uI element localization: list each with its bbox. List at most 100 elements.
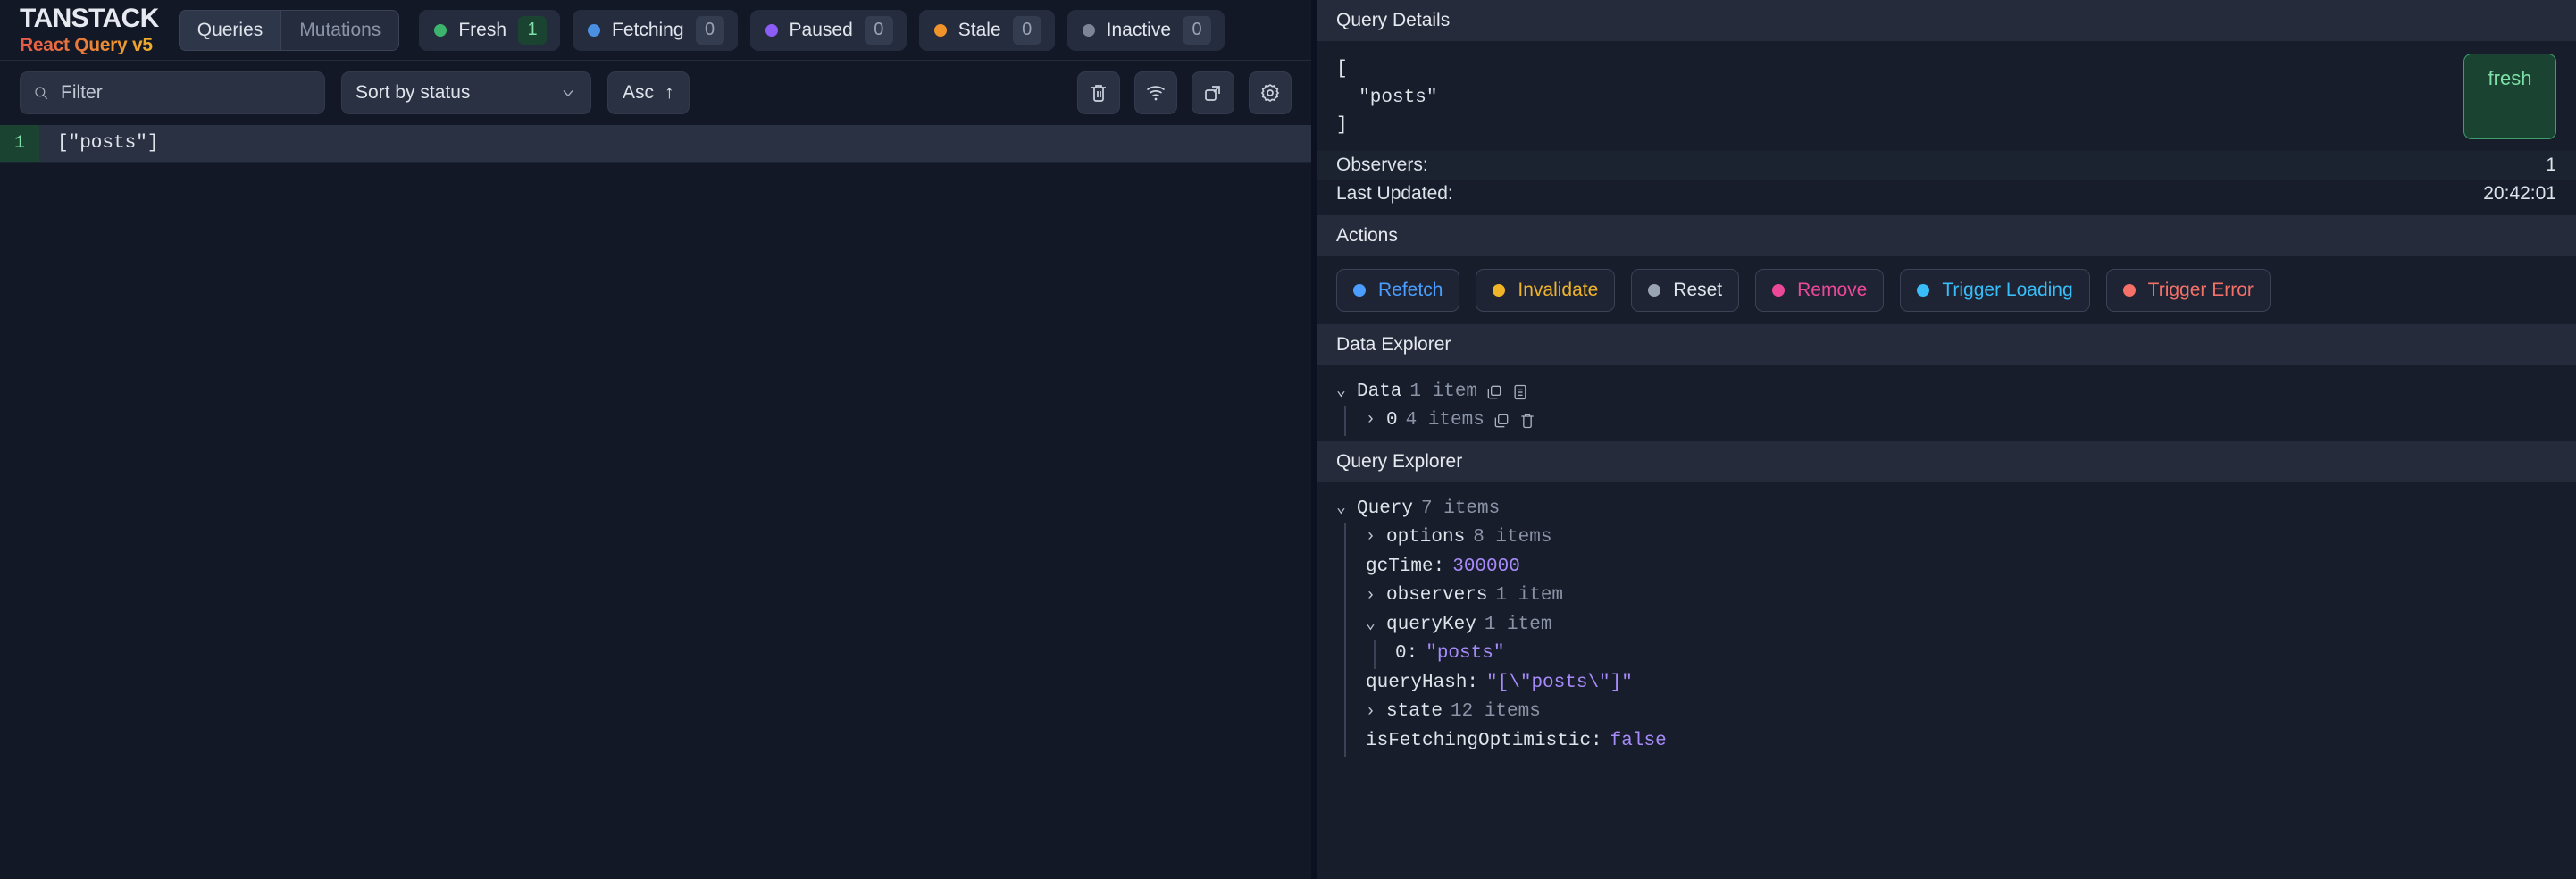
clear-cache-button[interactable] <box>1077 71 1120 114</box>
data-item-label: 0 <box>1386 410 1398 431</box>
query-tree-children: › options 8 items gcTime: 300000 › obser… <box>1344 523 2556 757</box>
state-label: state <box>1386 701 1443 723</box>
querykey-count: 1 item <box>1484 614 1552 635</box>
observers-count: 1 item <box>1495 585 1564 607</box>
data-root-label: Data <box>1357 381 1402 402</box>
copy-icon[interactable] <box>1485 383 1503 401</box>
chevron-right-icon: › <box>1366 411 1376 430</box>
query-root-label: Query <box>1357 498 1414 519</box>
invalidate-label: Invalidate <box>1518 279 1599 300</box>
trash-icon[interactable] <box>1518 412 1536 430</box>
brand-logo: TANSTACK React Query v5 <box>20 5 159 55</box>
queries-panel: TANSTACK React Query v5 Queries Mutation… <box>0 0 1311 879</box>
refetch-label: Refetch <box>1378 279 1443 300</box>
chevron-right-icon: › <box>1366 702 1376 721</box>
gctime-key: gcTime: <box>1366 556 1445 577</box>
trigger-error-button[interactable]: Trigger Error <box>2105 268 2271 312</box>
data-explorer-body: ⌄ Data 1 item › 0 4 items <box>1317 364 2576 441</box>
status-badge: fresh <box>2463 54 2556 139</box>
options-label: options <box>1386 527 1466 548</box>
reset-button[interactable]: Reset <box>1631 268 1740 312</box>
clipboard-list-icon[interactable] <box>1511 383 1529 401</box>
status-badge-fetching[interactable]: Fetching 0 <box>573 9 738 51</box>
queryhash-value: "[\"posts\"]" <box>1486 672 1633 693</box>
filter-field[interactable] <box>20 71 325 114</box>
query-tree-options[interactable]: › options 8 items <box>1366 523 2556 553</box>
status-count: 0 <box>864 15 893 45</box>
gctime-value: 300000 <box>1452 556 1520 577</box>
fetching-dot <box>588 23 600 37</box>
status-badge-fresh[interactable]: Fresh 1 <box>419 9 560 51</box>
data-explorer-header: Data Explorer <box>1317 323 2576 365</box>
trigger-loading-button[interactable]: Trigger Loading <box>1900 268 2090 312</box>
status-badge-stale[interactable]: Stale 0 <box>918 9 1055 51</box>
data-tree-root[interactable]: ⌄ Data 1 item <box>1336 378 2556 407</box>
query-tree-observers[interactable]: › observers 1 item <box>1366 582 2556 611</box>
status-label: Stale <box>958 19 1001 40</box>
refetch-dot <box>1353 283 1366 297</box>
expand-icon <box>1205 86 1220 101</box>
queries-toolbar: Sort by status Asc ↑ <box>0 61 1311 125</box>
status-badge-paused[interactable]: Paused 0 <box>749 9 907 51</box>
remove-button[interactable]: Remove <box>1755 268 1885 312</box>
sort-select[interactable]: Sort by status <box>341 71 591 114</box>
reset-dot <box>1648 283 1661 297</box>
query-tree-root[interactable]: ⌄ Query 7 items <box>1336 495 2556 524</box>
optimistic-key: isFetchingOptimistic: <box>1366 730 1602 751</box>
copy-icon[interactable] <box>1493 412 1510 430</box>
query-tree-optimistic: isFetchingOptimistic: false <box>1366 727 2556 757</box>
status-badge-group: Fresh 1 Fetching 0 Paused 0 Stale 0 Inac… <box>419 9 1225 51</box>
fresh-dot <box>434 23 447 37</box>
reset-label: Reset <box>1673 279 1723 300</box>
data-tree-children: › 0 4 items <box>1344 406 2556 436</box>
querykey-item-0: 0: "posts" <box>1395 640 2556 669</box>
query-list: 1 ["posts"] <box>0 125 1311 879</box>
status-count: 0 <box>1183 15 1212 45</box>
trigger-loading-dot <box>1917 283 1930 297</box>
inactive-dot <box>1082 23 1095 37</box>
status-badge-inactive[interactable]: Inactive 0 <box>1066 9 1225 51</box>
query-tree-gctime: gcTime: 300000 <box>1366 553 2556 582</box>
querykey-children: 0: "posts" <box>1374 640 2556 669</box>
settings-button[interactable] <box>1249 71 1292 114</box>
query-root-count: 7 items <box>1421 498 1501 519</box>
sort-direction-label: Asc <box>623 82 655 103</box>
invalidate-button[interactable]: Invalidate <box>1476 268 1616 312</box>
search-icon <box>35 87 48 100</box>
sort-arrow-icon: ↑ <box>665 82 674 103</box>
search-input[interactable] <box>61 82 312 104</box>
brand-subtitle: React Query v5 <box>20 36 159 54</box>
options-count: 8 items <box>1473 527 1552 548</box>
query-tree-state[interactable]: › state 12 items <box>1366 698 2556 727</box>
observer-count-badge: 1 <box>0 125 39 162</box>
toggle-position-button[interactable] <box>1192 71 1234 114</box>
queryhash-key: queryHash: <box>1366 672 1479 693</box>
toggle-offline-button[interactable] <box>1134 71 1177 114</box>
data-root-count: 1 item <box>1409 381 1478 402</box>
trash-icon <box>1091 85 1106 102</box>
sort-direction-button[interactable]: Asc ↑ <box>607 71 690 114</box>
query-details-header: Query Details <box>1317 0 2576 41</box>
trigger-error-dot <box>2122 283 2136 297</box>
status-count: 0 <box>1012 15 1041 45</box>
chevron-down-icon <box>563 90 573 97</box>
observers-row: Observers: 1 <box>1317 150 2576 180</box>
observers-label: observers <box>1386 585 1488 607</box>
querykey-label: queryKey <box>1386 614 1476 635</box>
chevron-right-icon: › <box>1366 586 1376 605</box>
devtools-root: TANSTACK React Query v5 Queries Mutation… <box>0 0 2576 879</box>
tab-queries[interactable]: Queries <box>179 10 281 50</box>
view-toggle[interactable]: Queries Mutations <box>178 9 400 51</box>
refetch-button[interactable]: Refetch <box>1336 268 1460 312</box>
tab-mutations[interactable]: Mutations <box>280 10 399 50</box>
stale-dot <box>933 23 947 37</box>
paused-dot <box>765 23 778 37</box>
query-key-label: ["posts"] <box>57 133 159 154</box>
query-tree-querykey[interactable]: ⌄ queryKey 1 item <box>1366 611 2556 640</box>
status-label: Fresh <box>458 19 506 40</box>
chevron-right-icon: › <box>1366 528 1376 547</box>
query-list-row[interactable]: 1 ["posts"] <box>0 125 1311 163</box>
data-tree-item-0[interactable]: › 0 4 items <box>1366 406 2556 436</box>
query-explorer-body: ⌄ Query 7 items › options 8 items gcTime… <box>1317 481 2576 762</box>
query-key-json: [ "posts" ] <box>1336 59 1438 136</box>
